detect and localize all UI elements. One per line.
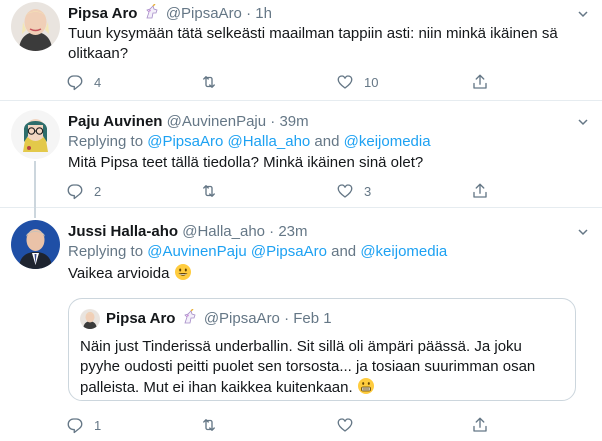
- share-button[interactable]: [471, 72, 489, 92]
- retweet-button[interactable]: [200, 72, 228, 92]
- quoted-text-content: Näin just Tinderissä underballin. Sit si…: [80, 338, 536, 396]
- timestamp[interactable]: 1h: [255, 5, 272, 22]
- quoted-tweet[interactable]: Pipsa Aro @PipsaAro · Feb 1 Näin just Ti…: [68, 298, 576, 401]
- like-button[interactable]: 3: [336, 181, 371, 201]
- retweet-icon: [203, 419, 215, 431]
- display-name[interactable]: Pipsa Aro: [68, 5, 137, 22]
- reply-button[interactable]: 4: [66, 72, 101, 92]
- reply-count: 1: [94, 417, 102, 433]
- tweet-jussi-halla-aho[interactable]: Jussi Halla-aho @Halla_aho · 23m Replyin…: [0, 208, 602, 441]
- quoted-timestamp: Feb 1: [293, 310, 332, 327]
- tweet-header: Pipsa Aro @PipsaAro · 1h: [68, 3, 272, 26]
- retweet-icon: [203, 76, 215, 88]
- mention-link[interactable]: @Halla_aho: [227, 133, 310, 150]
- mention-link[interactable]: @keijomedia: [360, 243, 447, 260]
- mention-link[interactable]: @PipsaAro: [147, 133, 223, 150]
- mention-link[interactable]: @keijomedia: [344, 133, 431, 150]
- tweet-paju-auvinen[interactable]: Paju Auvinen @AuvinenPaju · 39m Replying…: [0, 101, 602, 208]
- heart-icon: [337, 75, 353, 89]
- tweet-actions: 2 3: [66, 181, 496, 201]
- display-name[interactable]: Jussi Halla-aho: [68, 223, 178, 240]
- chevron-down-icon[interactable]: [578, 9, 588, 19]
- tweet-header: Jussi Halla-aho @Halla_aho · 23m: [68, 222, 308, 242]
- like-count: 10: [364, 74, 379, 90]
- replying-to: Replying to @AuvinenPaju @PipsaAro and @…: [68, 242, 447, 262]
- reply-count: 4: [94, 74, 102, 90]
- grinning-face-emoji: [174, 264, 191, 280]
- unicorn-emoji: [182, 308, 198, 331]
- like-button[interactable]: 10: [336, 72, 378, 92]
- mention-link[interactable]: @PipsaAro: [251, 243, 327, 260]
- reply-count: 2: [94, 183, 102, 199]
- share-icon: [473, 74, 487, 89]
- thread-connector: [34, 208, 36, 218]
- share-button[interactable]: [471, 181, 489, 201]
- avatar-image: [11, 110, 60, 159]
- replying-to: Replying to @PipsaAro @Halla_aho and @ke…: [68, 132, 431, 152]
- avatar[interactable]: [11, 220, 60, 269]
- avatar-image: [11, 220, 60, 269]
- quoted-display-name: Pipsa Aro: [106, 310, 176, 327]
- timestamp[interactable]: 23m: [278, 223, 307, 240]
- avatar[interactable]: [11, 2, 60, 51]
- grimacing-face-emoji: [357, 378, 374, 394]
- quoted-handle: @PipsaAro: [203, 310, 280, 327]
- replying-and: and: [310, 133, 344, 150]
- tweet-header: Paju Auvinen @AuvinenPaju · 39m: [68, 112, 309, 132]
- quoted-avatar: [80, 309, 100, 329]
- reply-icon: [67, 75, 83, 91]
- chevron-down-icon[interactable]: [578, 227, 588, 237]
- reply-icon: [67, 418, 83, 434]
- avatar[interactable]: [11, 110, 60, 159]
- unicorn-emoji: [144, 3, 160, 26]
- reply-icon: [67, 184, 83, 200]
- tweet-text: Mitä Pipsa teet tällä tiedolla? Minkä ik…: [68, 154, 424, 171]
- thread-connector: [34, 161, 36, 208]
- quoted-header: Pipsa Aro @PipsaAro · Feb 1: [106, 308, 332, 331]
- tweet-actions: 1: [66, 415, 496, 435]
- reply-button[interactable]: 2: [66, 181, 101, 201]
- separator-dot: ·: [269, 223, 275, 240]
- separator-dot: ·: [246, 5, 252, 22]
- handle[interactable]: @AuvinenPaju: [167, 113, 266, 130]
- separator-dot: ·: [284, 310, 290, 327]
- tweet-pipsa-aro[interactable]: Pipsa Aro @PipsaAro · 1h Tuun kysymään t…: [0, 0, 602, 101]
- share-icon: [473, 417, 487, 432]
- replying-to-label: Replying to: [68, 133, 148, 150]
- replying-and: and: [326, 243, 361, 260]
- like-button[interactable]: [336, 415, 364, 435]
- timestamp[interactable]: 39m: [279, 113, 308, 130]
- retweet-button[interactable]: [200, 415, 228, 435]
- heart-icon: [337, 418, 353, 432]
- reply-button[interactable]: 1: [66, 415, 101, 435]
- quoted-text: Näin just Tinderissä underballin. Sit si…: [80, 337, 566, 398]
- like-count: 3: [364, 183, 372, 199]
- display-name[interactable]: Paju Auvinen: [68, 113, 162, 130]
- mention-link[interactable]: @AuvinenPaju: [147, 243, 246, 260]
- replying-to-label: Replying to: [68, 243, 148, 260]
- tweet-text: Vaikea arvioida: [68, 263, 578, 284]
- tweet-text-content: Vaikea arvioida: [68, 265, 170, 282]
- avatar-image: [11, 2, 60, 51]
- share-button[interactable]: [471, 415, 489, 435]
- heart-icon: [337, 184, 353, 198]
- handle[interactable]: @Halla_aho: [182, 223, 265, 240]
- chevron-down-icon[interactable]: [578, 117, 588, 127]
- handle[interactable]: @PipsaAro: [166, 5, 242, 22]
- share-icon: [473, 183, 487, 198]
- separator-dot: ·: [270, 113, 276, 130]
- retweet-button[interactable]: [200, 181, 228, 201]
- tweet-text: Tuun kysymään tätä selkeästi maailman ta…: [68, 25, 558, 62]
- retweet-icon: [203, 185, 215, 197]
- tweet-actions: 4 10: [66, 72, 496, 92]
